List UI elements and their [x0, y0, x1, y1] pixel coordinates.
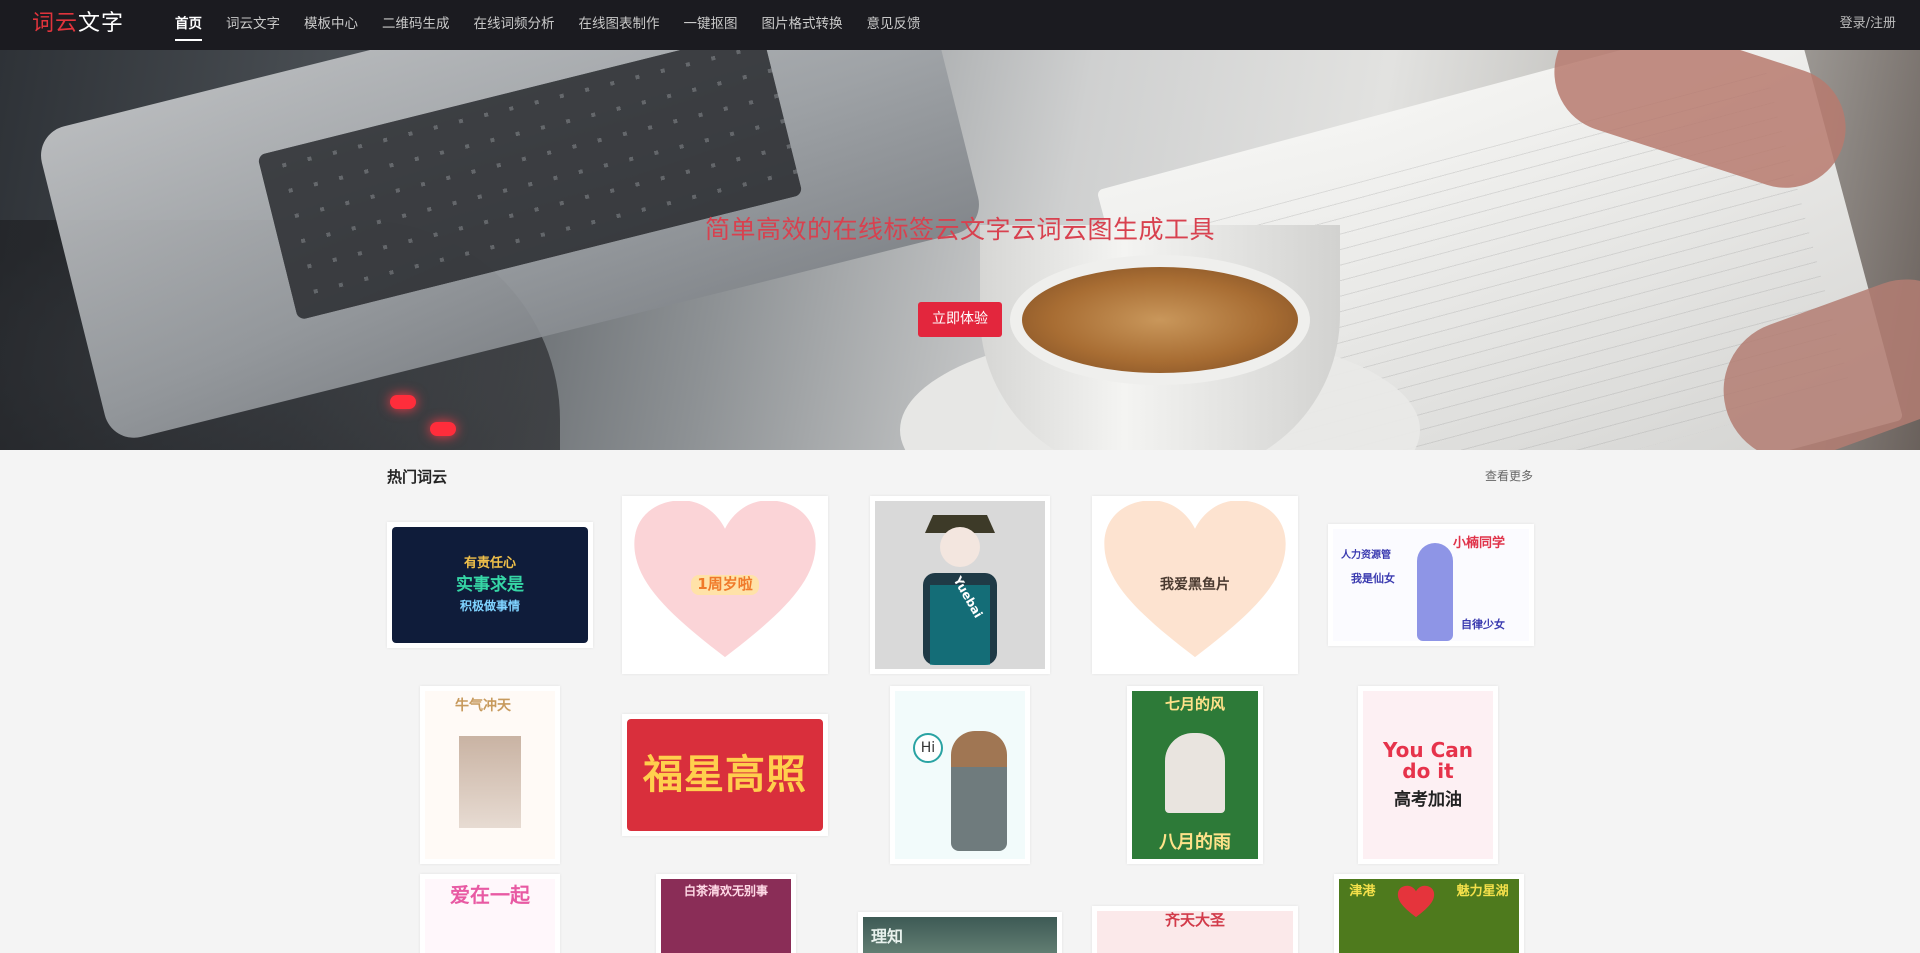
wordcloud-card[interactable]: 津港 魅力星湖 [1334, 874, 1524, 953]
person-illustration-icon [951, 731, 1007, 851]
wordcloud-thumbnail: 牛气冲天 [425, 691, 555, 859]
main-menu: 首页 词云文字 模板中心 二维码生成 在线词频分析 在线图表制作 一键抠图 图片… [175, 0, 945, 50]
thumb-word: 有责任心 [463, 555, 516, 571]
wordcloud-card[interactable]: 我爱黑鱼片 [1092, 496, 1298, 674]
nav-item-qrcode[interactable]: 二维码生成 [382, 0, 450, 50]
thumb-word: 我爱黑鱼片 [1160, 576, 1230, 593]
thumb-word: 爱在一起 [450, 883, 530, 907]
nav-item-word-frequency[interactable]: 在线词频分析 [474, 0, 555, 50]
thumb-word: 积极做事情 [459, 599, 520, 614]
nav-item-image-convert[interactable]: 图片格式转换 [762, 0, 843, 50]
wordcloud-thumbnail: 白茶清欢无别事 [661, 879, 791, 953]
hero-bg-coffee [1010, 255, 1310, 385]
thumb-word: 我是仙女 [1351, 572, 1395, 585]
wordcloud-card[interactable]: 有责任心 实事求是 积极做事情 [387, 522, 593, 648]
wordcloud-card[interactable]: Hi [890, 686, 1030, 864]
thumb-word: 八月的雨 [1159, 832, 1231, 854]
thumb-word: 自律少女 [1461, 618, 1505, 631]
thumb-word: 七月的风 [1164, 695, 1225, 713]
hero-bg-led [430, 422, 456, 436]
section-title: 热门词云 [387, 468, 448, 486]
wordcloud-card[interactable]: 小楠同学 人力资源管 我是仙女 自律少女 [1328, 524, 1534, 646]
login-register-link[interactable]: 登录/注册 [1840, 0, 1896, 48]
top-nav: 词云文字 首页 词云文字 模板中心 二维码生成 在线词频分析 在线图表制作 一键… [0, 0, 1920, 50]
nav-item-chart-maker[interactable]: 在线图表制作 [579, 0, 660, 50]
wordcloud-thumbnail: 齐天大圣 [1097, 911, 1293, 953]
hero-title: 简单高效的在线标签云文字云词云图生成工具 [704, 215, 1215, 244]
thumb-word: 福星高照 [643, 752, 807, 798]
heart-shape-icon [1397, 885, 1435, 918]
thumb-word: 小楠同学 [1453, 536, 1506, 551]
thumb-word: 人力资源管 [1341, 550, 1391, 561]
thumb-word: 1周岁啦 [691, 575, 759, 595]
view-more-link[interactable]: 查看更多 [1485, 467, 1533, 484]
wordcloud-card[interactable]: 牛气冲天 [420, 686, 560, 864]
logo-part2: 文字 [78, 11, 125, 36]
wordcloud-thumbnail: You Can do it 高考加油 [1363, 691, 1493, 859]
wordcloud-card[interactable]: 理知 [858, 912, 1062, 953]
wordcloud-thumbnail: 理知 [863, 917, 1057, 953]
wordcloud-card[interactable]: Yuebai [870, 496, 1050, 674]
thumb-word: 牛气冲天 [455, 698, 511, 714]
nav-item-wordcloud-text[interactable]: 词云文字 [226, 0, 280, 50]
person-illustration-icon [1165, 733, 1225, 814]
wordcloud-thumbnail: 福星高照 [627, 719, 823, 831]
nav-item-home[interactable]: 首页 [175, 0, 202, 50]
wordcloud-card[interactable]: You Can do it 高考加油 [1358, 686, 1498, 864]
wordcloud-thumbnail: 小楠同学 人力资源管 我是仙女 自律少女 [1333, 529, 1529, 641]
thumb-word: 白茶清欢无别事 [683, 884, 768, 898]
wordcloud-thumbnail: 我爱黑鱼片 [1097, 501, 1293, 669]
hero-bg-led [390, 395, 416, 409]
wordcloud-thumbnail: 1周岁啦 [627, 501, 823, 669]
portrait-photo [459, 736, 521, 828]
thumb-word: You Can do it [1383, 738, 1473, 784]
try-now-button[interactable]: 立即体验 [918, 302, 1002, 337]
wordcloud-card[interactable]: 爱在一起 [420, 874, 560, 953]
thumb-word: 津港 [1349, 884, 1376, 899]
speech-bubble: Hi [913, 733, 943, 763]
thumb-word: 魅力星湖 [1456, 884, 1509, 899]
thumb-word: 理知 [871, 927, 904, 946]
site-logo[interactable]: 词云文字 [32, 10, 124, 38]
nav-item-feedback[interactable]: 意见反馈 [867, 0, 921, 50]
wordcloud-card[interactable]: 1周岁啦 [622, 496, 828, 674]
thumb-word: 齐天大圣 [1164, 911, 1225, 929]
wordcloud-thumbnail: 七月的风 八月的雨 [1132, 691, 1258, 859]
wordcloud-card[interactable]: 白茶清欢无别事 [656, 874, 796, 953]
wordcloud-card[interactable]: 齐天大圣 [1092, 906, 1298, 953]
wordcloud-thumbnail: Yuebai [875, 501, 1045, 669]
wordcloud-thumbnail: Hi [895, 691, 1025, 859]
nav-item-cutout[interactable]: 一键抠图 [684, 0, 738, 50]
nav-item-templates[interactable]: 模板中心 [304, 0, 358, 50]
wordcloud-thumbnail: 爱在一起 [425, 879, 555, 953]
thumb-word: 高考加油 [1394, 790, 1462, 811]
thumb-word: 实事求是 [456, 574, 524, 595]
silhouette-icon [1417, 543, 1453, 641]
wordcloud-card[interactable]: 七月的风 八月的雨 [1127, 686, 1263, 864]
wordcloud-thumbnail: 津港 魅力星湖 [1339, 879, 1519, 953]
hero-banner: 简单高效的在线标签云文字云词云图生成工具 立即体验 [0, 50, 1920, 450]
wordcloud-card[interactable]: 福星高照 [622, 714, 828, 836]
logo-part1: 词云 [32, 11, 79, 36]
wordcloud-thumbnail: 有责任心 实事求是 积极做事情 [392, 527, 588, 643]
